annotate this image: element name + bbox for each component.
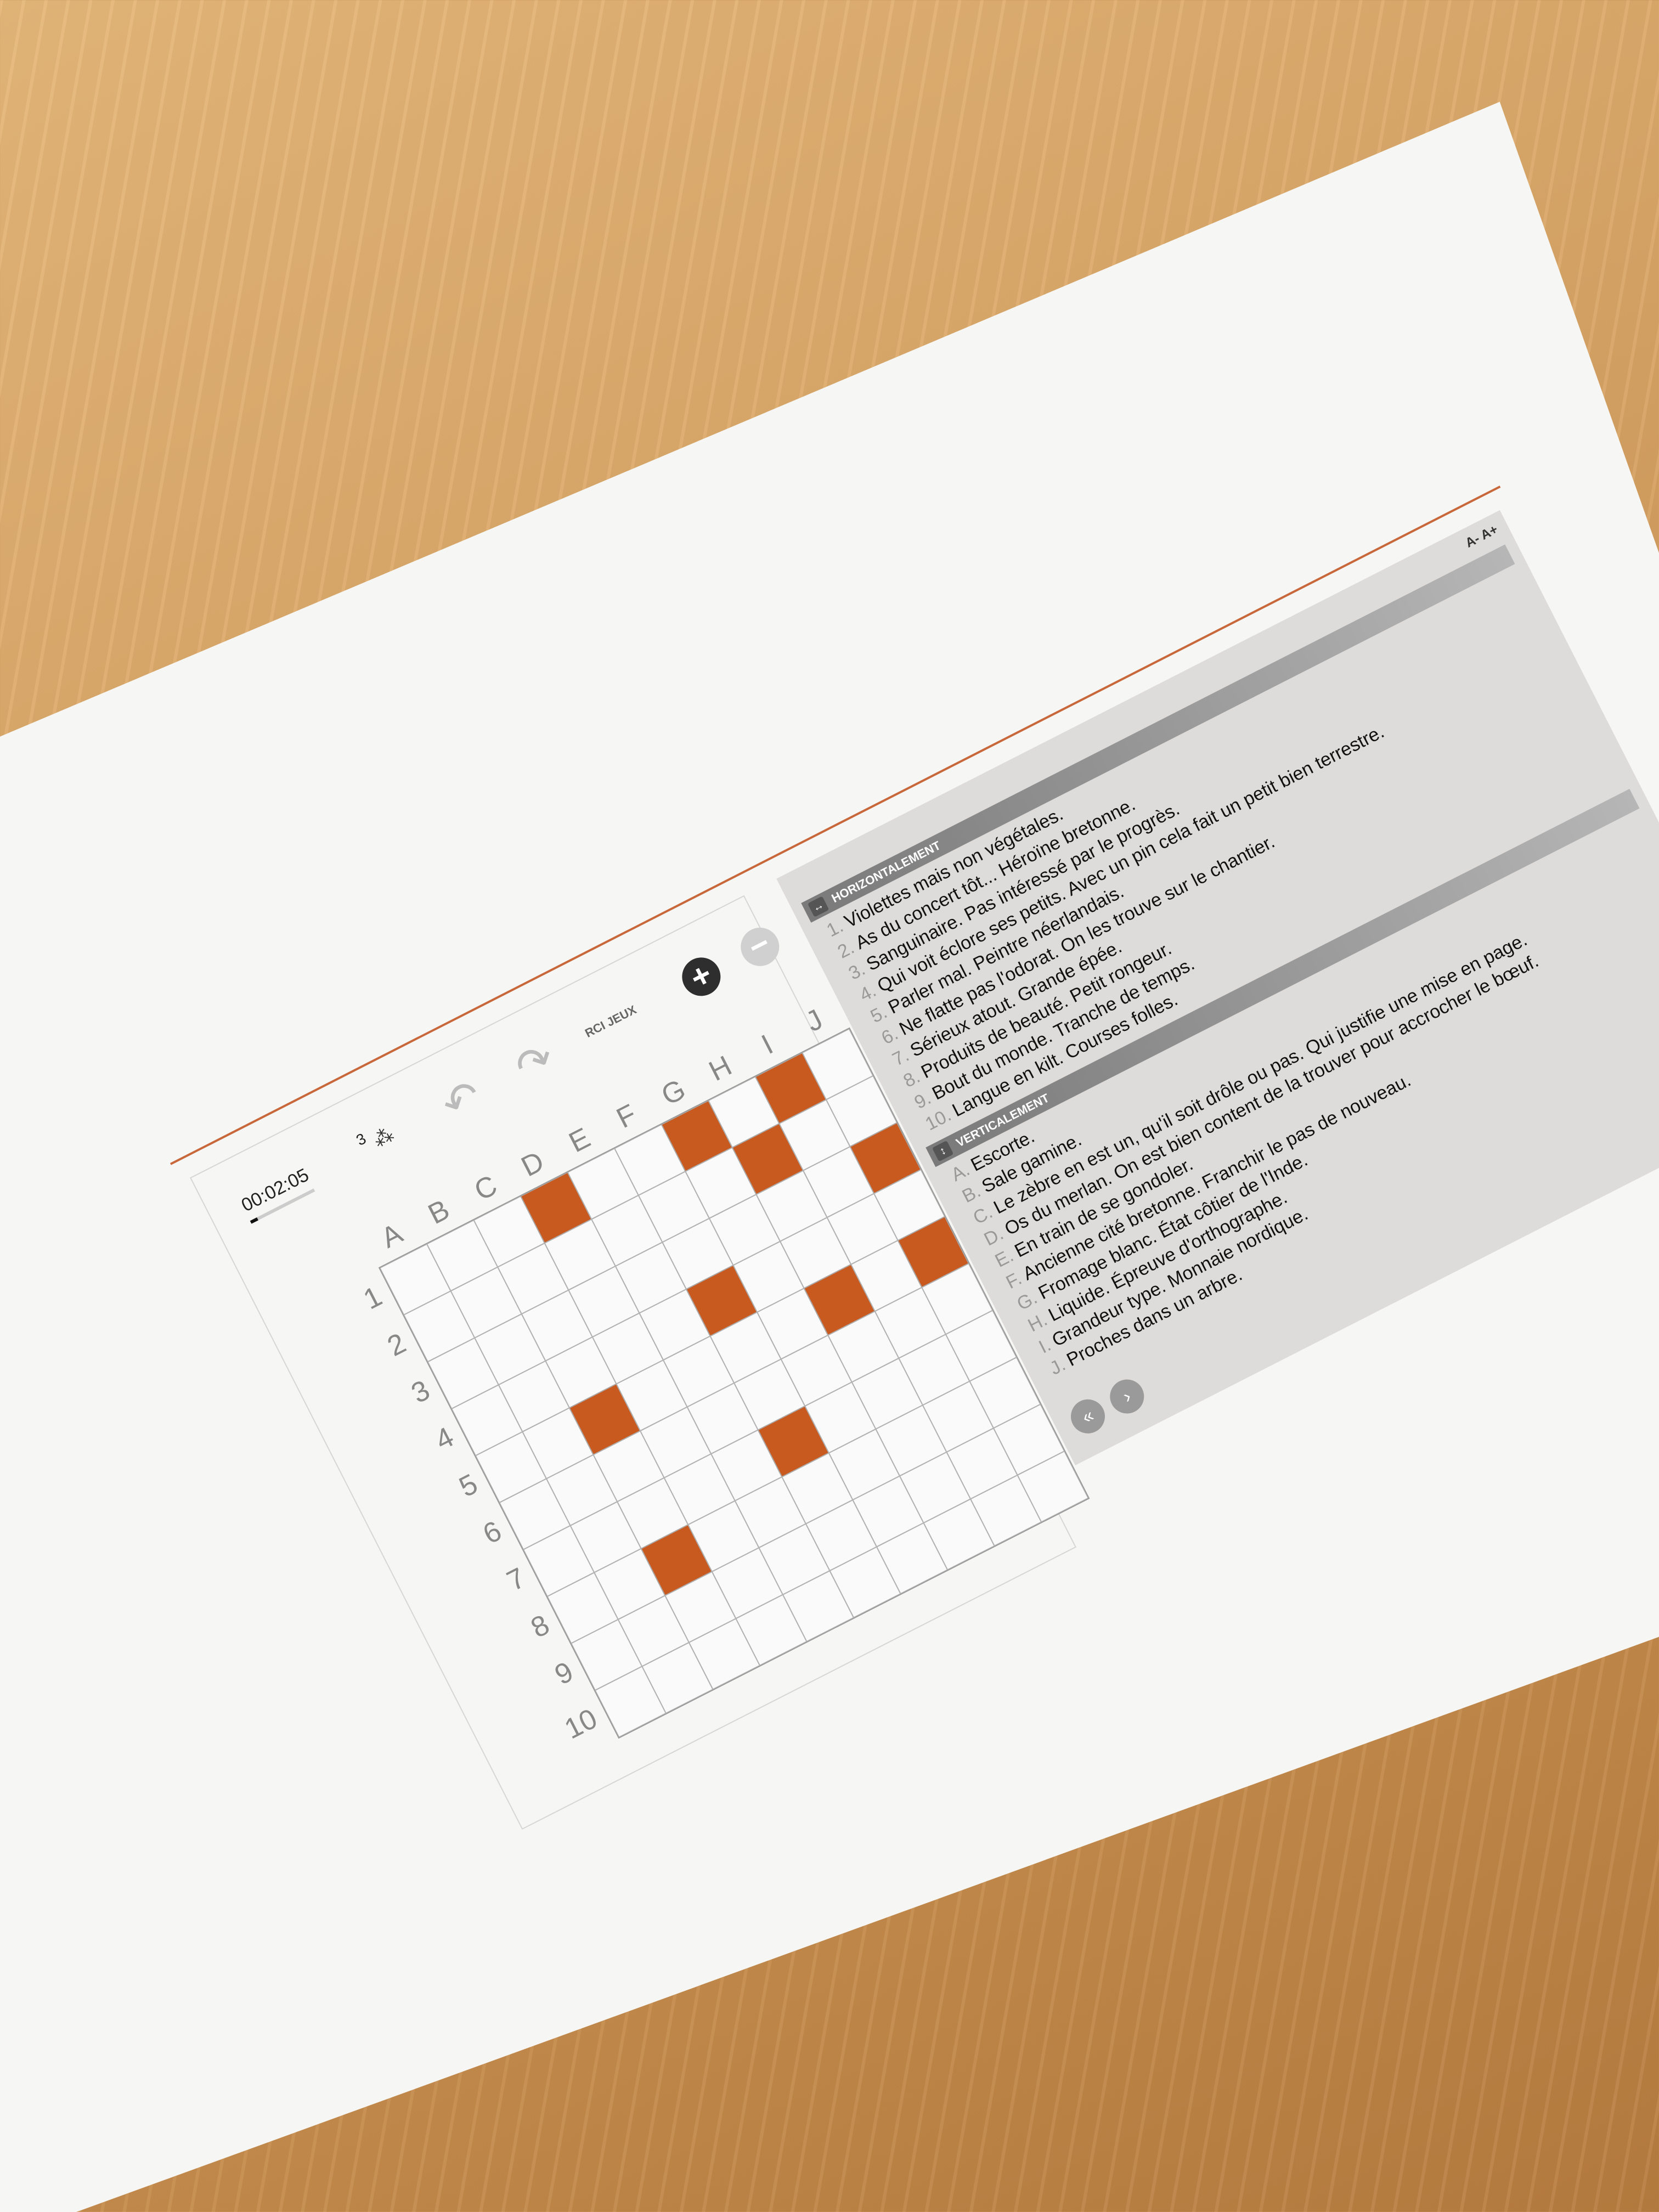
clue-number: H. — [1024, 1309, 1051, 1336]
clue-number: 3. — [845, 958, 869, 984]
undo-icon[interactable]: ↶ — [433, 1069, 489, 1131]
row-label: 1 — [358, 1280, 387, 1316]
magic-wand-icon[interactable]: ⁂ — [370, 1122, 398, 1152]
row-label: 4 — [430, 1421, 459, 1457]
clue-number: 9. — [911, 1087, 935, 1114]
hint-count: 3 — [353, 1130, 369, 1149]
clue-number: E. — [991, 1245, 1017, 1272]
font-size-controls: A- A+ — [1463, 522, 1500, 551]
clue-number: 6. — [878, 1023, 902, 1049]
clue-number: A. — [947, 1159, 973, 1186]
row-label: 9 — [550, 1655, 579, 1691]
clue-number: B. — [958, 1180, 984, 1207]
row-label: 3 — [406, 1374, 435, 1410]
clue-number: 2. — [834, 936, 858, 963]
row-label: 6 — [478, 1515, 507, 1551]
font-increase-button[interactable]: A+ — [1478, 522, 1500, 543]
row-label: 10 — [559, 1702, 602, 1746]
horizontal-arrows-icon: ↔ — [807, 896, 830, 917]
clue-number: 8. — [900, 1066, 924, 1092]
clue-number: 5. — [867, 1001, 891, 1028]
zoom-out-icon[interactable]: − — [734, 921, 786, 973]
row-label: 7 — [501, 1561, 531, 1598]
row-label: 2 — [382, 1327, 411, 1363]
redo-icon[interactable]: ↷ — [507, 1031, 563, 1093]
clue-number: C. — [969, 1201, 996, 1229]
zoom-in-icon[interactable]: + — [675, 951, 727, 1003]
clue-number: G. — [1013, 1287, 1041, 1315]
previous-icon[interactable]: « — [1065, 1393, 1111, 1440]
row-label: 5 — [454, 1468, 483, 1504]
vertical-arrows-icon: ↕ — [932, 1140, 954, 1162]
clue-number: 4. — [856, 980, 880, 1006]
clue-number: 1. — [823, 915, 847, 941]
brand-logo: RCI JEUX — [583, 1002, 639, 1040]
next-icon[interactable]: › — [1104, 1373, 1150, 1420]
font-decrease-button[interactable]: A- — [1463, 531, 1482, 551]
row-label: 8 — [526, 1609, 555, 1645]
clue-number: 7. — [889, 1044, 913, 1070]
clue-number: D. — [980, 1223, 1007, 1250]
